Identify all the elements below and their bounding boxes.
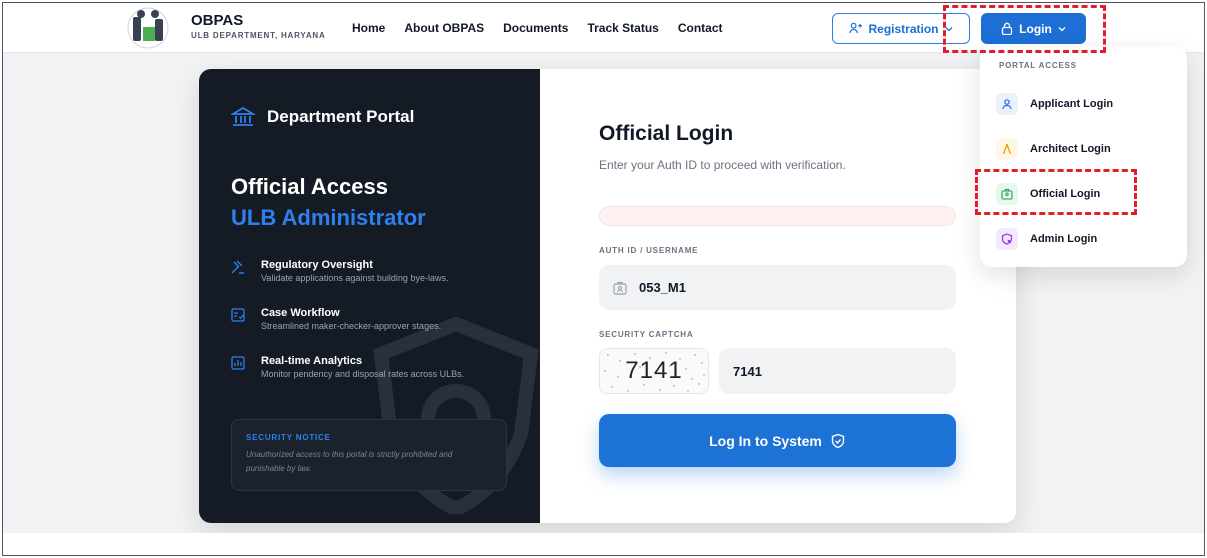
dropdown-item-admin-login[interactable]: Admin Login bbox=[996, 228, 1097, 250]
dropdown-item-architect-login[interactable]: Architect Login bbox=[996, 138, 1111, 160]
login-highlight-box bbox=[943, 5, 1106, 53]
gavel-icon bbox=[231, 260, 244, 274]
form-subtitle: Enter your Auth ID to proceed with verif… bbox=[599, 158, 846, 172]
dropdown-item-label: Admin Login bbox=[1030, 233, 1098, 245]
submit-label: Log In to System bbox=[709, 432, 822, 449]
dropdown-item-label: Architect Login bbox=[1030, 143, 1111, 155]
feature-title: Case Workflow bbox=[261, 307, 340, 319]
security-notice-text: Unauthorized access to this portal is st… bbox=[246, 450, 453, 473]
brand-name: OBPAS bbox=[191, 12, 244, 29]
form-title: Official Login bbox=[599, 122, 734, 145]
auth-id-input[interactable]: 053_M1 bbox=[599, 265, 956, 310]
main-nav: Home About OBPAS Documents Track Status … bbox=[352, 21, 723, 35]
department-portal-label: Department Portal bbox=[267, 107, 415, 126]
department-portal-title: Department Portal bbox=[231, 107, 414, 127]
registration-label: Registration bbox=[868, 21, 939, 36]
log-in-to-system-button[interactable]: Log In to System bbox=[599, 414, 956, 467]
info-panel: Department Portal Official Access ULB Ad… bbox=[199, 69, 540, 523]
feature-title: Real-time Analytics bbox=[261, 355, 363, 367]
captcha-image: 7141 bbox=[599, 348, 709, 394]
login-form-panel: Official Login Enter your Auth ID to pro… bbox=[540, 69, 1016, 523]
nav-home[interactable]: Home bbox=[352, 21, 385, 35]
feature-description: Validate applications against building b… bbox=[261, 273, 449, 283]
brand-subtitle: ULB DEPARTMENT, HARYANA bbox=[191, 31, 326, 40]
feature-description: Monitor pendency and disposal rates acro… bbox=[261, 369, 465, 379]
portal-access-dropdown: PORTAL ACCESS Applicant Login Architect … bbox=[980, 47, 1187, 267]
nav-about[interactable]: About OBPAS bbox=[404, 21, 484, 35]
compass-icon bbox=[996, 138, 1018, 160]
nav-documents[interactable]: Documents bbox=[503, 21, 568, 35]
feature-description: Streamlined maker-checker-approver stage… bbox=[261, 321, 442, 331]
login-card: Department Portal Official Access ULB Ad… bbox=[199, 69, 1016, 523]
workflow-icon bbox=[231, 308, 245, 322]
auth-id-value: 053_M1 bbox=[639, 280, 686, 295]
auth-id-label: AUTH ID / USERNAME bbox=[599, 246, 699, 255]
analytics-chart-icon bbox=[231, 356, 245, 370]
dropdown-header: PORTAL ACCESS bbox=[999, 61, 1077, 70]
nav-contact[interactable]: Contact bbox=[678, 21, 723, 35]
obpas-logo bbox=[127, 7, 169, 49]
page-bottom-strip bbox=[3, 533, 1204, 555]
ulb-administrator-heading: ULB Administrator bbox=[231, 205, 426, 230]
security-notice: SECURITY NOTICE Unauthorized access to t… bbox=[231, 419, 507, 491]
error-message-bar bbox=[599, 206, 956, 226]
official-access-heading: Official Access bbox=[231, 174, 388, 199]
add-user-icon bbox=[849, 22, 863, 34]
shield-icon bbox=[996, 228, 1018, 250]
feature-title: Regulatory Oversight bbox=[261, 259, 373, 271]
feature-case-workflow: Case Workflow Streamlined maker-checker-… bbox=[231, 307, 441, 331]
dropdown-item-label: Applicant Login bbox=[1030, 98, 1114, 110]
browser-frame: OBPAS ULB DEPARTMENT, HARYANA Home About… bbox=[2, 2, 1205, 556]
feature-regulatory-oversight: Regulatory Oversight Validate applicatio… bbox=[231, 259, 448, 283]
captcha-text: 7141 bbox=[625, 357, 683, 384]
captcha-label: SECURITY CAPTCHA bbox=[599, 330, 694, 339]
captcha-input[interactable]: 7141 bbox=[719, 348, 956, 394]
user-icon bbox=[996, 93, 1018, 115]
shield-check-icon bbox=[831, 433, 845, 448]
dropdown-item-applicant-login[interactable]: Applicant Login bbox=[996, 93, 1113, 115]
security-notice-title: SECURITY NOTICE bbox=[246, 433, 331, 442]
bank-building-icon bbox=[231, 107, 255, 126]
feature-realtime-analytics: Real-time Analytics Monitor pendency and… bbox=[231, 355, 464, 379]
nav-track-status[interactable]: Track Status bbox=[587, 21, 658, 35]
id-badge-icon bbox=[613, 281, 627, 295]
captcha-input-value: 7141 bbox=[733, 363, 762, 379]
official-login-highlight-box bbox=[975, 169, 1137, 215]
